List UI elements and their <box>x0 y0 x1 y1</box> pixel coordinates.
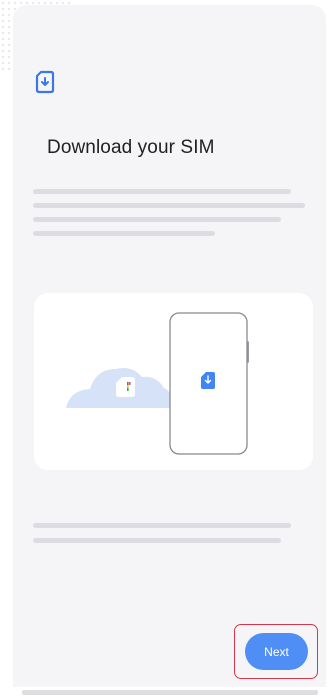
home-indicator-bar <box>22 690 318 695</box>
placeholder-line <box>33 538 281 543</box>
placeholder-line <box>33 189 291 194</box>
placeholder-line <box>33 217 281 222</box>
sim-download-icon <box>35 70 55 94</box>
placeholder-line <box>33 523 291 528</box>
page-title: Download your SIM <box>47 137 215 158</box>
page: Download your SIM Next <box>0 0 333 699</box>
esim-download-illustration <box>66 312 249 455</box>
placeholder-line <box>33 231 215 236</box>
next-button[interactable]: Next <box>245 633 308 670</box>
placeholder-line <box>33 203 305 208</box>
illustration-card <box>34 293 313 470</box>
